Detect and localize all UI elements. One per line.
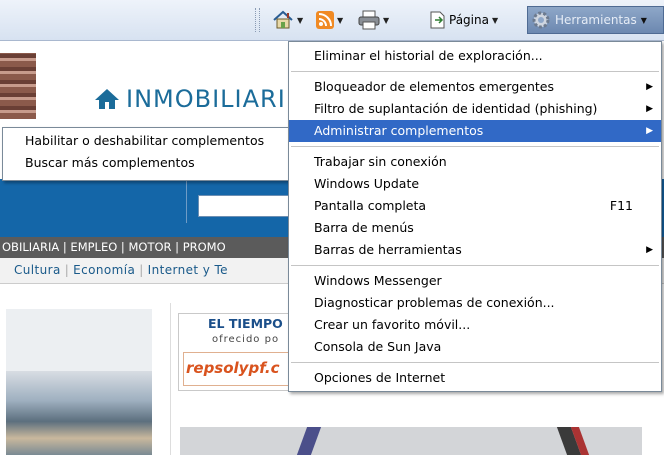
- menu-item-label: Eliminar el historial de exploración...: [314, 48, 543, 63]
- weather-subtitle: ofrecido po: [212, 334, 280, 345]
- menu-item-label: Filtro de suplantación de identidad (phi…: [314, 101, 598, 116]
- menu-item-internet-options[interactable]: Opciones de Internet: [289, 367, 661, 389]
- menu-separator: [291, 71, 659, 72]
- news-photo: [6, 371, 152, 455]
- menu-item-work-offline[interactable]: Trabajar sin conexión: [289, 151, 661, 173]
- submenu-arrow-icon: ▶: [646, 82, 653, 92]
- menu-item-label: Trabajar sin conexión: [314, 154, 447, 169]
- shortcut-label: F11: [609, 198, 633, 213]
- sponsor-logo: repsolypf.c: [186, 359, 280, 377]
- submenu-arrow-icon: ▶: [646, 126, 653, 136]
- home-icon: [273, 10, 293, 29]
- site-nav-text: OBILIARIA | EMPLEO | MOTOR | PROMO: [2, 240, 226, 254]
- menu-item-diagnose-connection[interactable]: Diagnosticar problemas de conexión...: [289, 292, 661, 314]
- photo-shape: [296, 427, 322, 455]
- menu-item-label: Pantalla completa: [314, 198, 427, 213]
- menu-item-windows-messenger[interactable]: Windows Messenger: [289, 270, 661, 292]
- menu-item-menu-bar[interactable]: Barra de menús: [289, 217, 661, 239]
- toolbar-grip[interactable]: [255, 8, 260, 32]
- menu-item-popup-blocker[interactable]: Bloqueador de elementos emergentes ▶: [289, 76, 661, 98]
- menu-item-toolbars[interactable]: Barras de herramientas ▶: [289, 239, 661, 261]
- submenu-arrow-icon: ▶: [646, 245, 653, 255]
- house-logo-icon: [95, 89, 119, 109]
- menu-item-full-screen[interactable]: Pantalla completa F11: [289, 195, 661, 217]
- menu-item-label: Windows Update: [314, 176, 420, 191]
- header-photo: [0, 53, 36, 119]
- column-divider: [170, 303, 171, 455]
- feeds-button[interactable]: ▼: [316, 8, 343, 32]
- menu-item-delete-history[interactable]: Eliminar el historial de exploración...: [289, 45, 661, 67]
- menu-item-label: Buscar más complementos: [25, 155, 195, 170]
- menu-item-label: Diagnosticar problemas de conexión...: [314, 295, 555, 310]
- subnav-link-economia[interactable]: Economía: [73, 263, 135, 277]
- menu-item-enable-disable-addons[interactable]: Habilitar o deshabilitar complementos: [3, 130, 290, 152]
- gear-icon: [532, 11, 550, 29]
- menu-item-label: Consola de Sun Java: [314, 339, 442, 354]
- menu-item-label: Administrar complementos: [314, 123, 484, 138]
- page-menu-button[interactable]: Página ▼: [430, 9, 498, 31]
- addons-submenu: Habilitar o deshabilitar complementos Bu…: [2, 127, 291, 181]
- subnav-separator: |: [139, 263, 144, 277]
- menu-separator: [291, 146, 659, 147]
- menu-item-label: Habilitar o deshabilitar complementos: [25, 133, 265, 148]
- menu-item-label: Barra de menús: [314, 220, 414, 235]
- tools-menu: Eliminar el historial de exploración... …: [288, 41, 662, 392]
- menu-item-find-more-addons[interactable]: Buscar más complementos: [3, 152, 290, 174]
- menu-separator: [291, 362, 659, 363]
- submenu-arrow-icon: ▶: [646, 104, 653, 114]
- menu-item-label: Opciones de Internet: [314, 370, 446, 385]
- command-bar: ▼ ▼ ▼ Página ▼ Herramientas ▼: [0, 0, 664, 41]
- page-icon: [430, 11, 445, 29]
- home-dropdown-icon[interactable]: ▼: [297, 16, 303, 25]
- weather-title: EL TIEMPO: [208, 316, 283, 331]
- menu-item-label: Bloqueador de elementos emergentes: [314, 79, 555, 94]
- menu-item-create-mobile-favorite[interactable]: Crear un favorito móvil...: [289, 314, 661, 336]
- subnav-link-internet[interactable]: Internet y Te: [148, 263, 228, 277]
- site-search-input[interactable]: [198, 195, 292, 217]
- bottom-photo[interactable]: [180, 427, 642, 455]
- subnav-link-cultura[interactable]: Cultura: [14, 263, 61, 277]
- menu-item-windows-update[interactable]: Windows Update: [289, 173, 661, 195]
- menu-separator: [291, 265, 659, 266]
- tools-menu-button[interactable]: Herramientas ▼: [527, 6, 664, 34]
- feeds-dropdown-icon[interactable]: ▼: [337, 16, 343, 25]
- print-dropdown-icon[interactable]: ▼: [383, 16, 389, 25]
- rss-feed-icon: [316, 11, 334, 29]
- site-logo[interactable]: INMOBILIARI: [94, 85, 286, 113]
- printer-icon: [358, 10, 380, 30]
- menu-item-phishing-filter[interactable]: Filtro de suplantación de identidad (phi…: [289, 98, 661, 120]
- menu-item-label: Barras de herramientas: [314, 242, 462, 257]
- menu-item-sun-java-console[interactable]: Consola de Sun Java: [289, 336, 661, 358]
- page-menu-label: Página: [449, 13, 489, 27]
- bar-divider: [186, 179, 187, 223]
- tools-menu-label: Herramientas: [555, 13, 637, 27]
- subnav-separator: |: [64, 263, 70, 277]
- menu-item-label: Windows Messenger: [314, 273, 442, 288]
- home-button[interactable]: ▼: [272, 8, 303, 32]
- weather-widget[interactable]: EL TIEMPO ofrecido po repsolypf.c: [178, 313, 290, 391]
- print-button[interactable]: ▼: [358, 8, 389, 32]
- tools-dropdown-icon: ▼: [640, 15, 647, 25]
- menu-item-label: Crear un favorito móvil...: [314, 317, 471, 332]
- site-logo-text: INMOBILIARI: [126, 85, 286, 113]
- news-image-panel[interactable]: [6, 309, 152, 455]
- page-dropdown-icon: ▼: [491, 15, 499, 25]
- menu-item-manage-addons[interactable]: Administrar complementos ▶: [289, 120, 661, 142]
